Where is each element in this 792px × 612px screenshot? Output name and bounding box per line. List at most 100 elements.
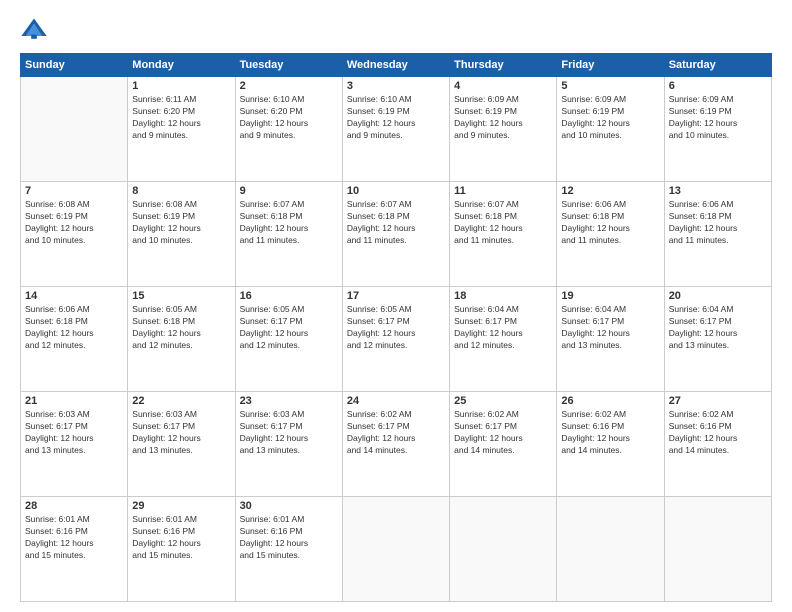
calendar-cell: 26 Sunrise: 6:02 AM Sunset: 6:16 PM Dayli…	[557, 392, 664, 497]
day-info: Sunrise: 6:09 AM Sunset: 6:19 PM Dayligh…	[561, 94, 659, 142]
calendar-cell: 2 Sunrise: 6:10 AM Sunset: 6:20 PM Daylig…	[235, 77, 342, 182]
day-number: 16	[240, 290, 338, 302]
calendar-cell: 22 Sunrise: 6:03 AM Sunset: 6:17 PM Dayli…	[128, 392, 235, 497]
calendar-cell: 1 Sunrise: 6:11 AM Sunset: 6:20 PM Daylig…	[128, 77, 235, 182]
day-info: Sunrise: 6:06 AM Sunset: 6:18 PM Dayligh…	[669, 199, 767, 247]
calendar-cell: 12 Sunrise: 6:06 AM Sunset: 6:18 PM Dayli…	[557, 182, 664, 287]
day-info: Sunrise: 6:07 AM Sunset: 6:18 PM Dayligh…	[347, 199, 445, 247]
day-info: Sunrise: 6:03 AM Sunset: 6:17 PM Dayligh…	[240, 409, 338, 457]
calendar-header-row: SundayMondayTuesdayWednesdayThursdayFrid…	[21, 54, 772, 77]
day-info: Sunrise: 6:05 AM Sunset: 6:17 PM Dayligh…	[347, 304, 445, 352]
day-number: 25	[454, 395, 552, 407]
day-number: 20	[669, 290, 767, 302]
day-number: 14	[25, 290, 123, 302]
day-info: Sunrise: 6:03 AM Sunset: 6:17 PM Dayligh…	[132, 409, 230, 457]
day-number: 26	[561, 395, 659, 407]
calendar-cell: 19Sunrise: 6:04 AM Sunset: 6:17 PM Dayli…	[557, 287, 664, 392]
day-number: 13	[669, 185, 767, 197]
day-info: Sunrise: 6:05 AM Sunset: 6:17 PM Dayligh…	[240, 304, 338, 352]
calendar-cell: 13 Sunrise: 6:06 AM Sunset: 6:18 PM Dayli…	[664, 182, 771, 287]
day-number: 12	[561, 185, 659, 197]
day-info: Sunrise: 6:05 AM Sunset: 6:18 PM Dayligh…	[132, 304, 230, 352]
calendar-cell: 27 Sunrise: 6:02 AM Sunset: 6:16 PM Dayli…	[664, 392, 771, 497]
calendar-day-header: Tuesday	[235, 54, 342, 77]
day-number: 2	[240, 80, 338, 92]
calendar-cell	[664, 497, 771, 602]
day-info: Sunrise: 6:02 AM Sunset: 6:16 PM Dayligh…	[669, 409, 767, 457]
day-info: Sunrise: 6:06 AM Sunset: 6:18 PM Dayligh…	[561, 199, 659, 247]
day-number: 5	[561, 80, 659, 92]
day-info: Sunrise: 6:01 AM Sunset: 6:16 PM Dayligh…	[240, 514, 338, 562]
calendar-cell: 30 Sunrise: 6:01 AM Sunset: 6:16 PM Dayli…	[235, 497, 342, 602]
day-number: 30	[240, 500, 338, 512]
calendar-cell: 29 Sunrise: 6:01 AM Sunset: 6:16 PM Dayli…	[128, 497, 235, 602]
day-info: Sunrise: 6:09 AM Sunset: 6:19 PM Dayligh…	[669, 94, 767, 142]
logo-icon	[20, 15, 48, 43]
calendar-cell: 24Sunrise: 6:02 AM Sunset: 6:17 PM Dayli…	[342, 392, 449, 497]
calendar-cell: 28Sunrise: 6:01 AM Sunset: 6:16 PM Dayli…	[21, 497, 128, 602]
day-number: 27	[669, 395, 767, 407]
day-number: 24	[347, 395, 445, 407]
day-number: 18	[454, 290, 552, 302]
day-info: Sunrise: 6:01 AM Sunset: 6:16 PM Dayligh…	[132, 514, 230, 562]
day-number: 23	[240, 395, 338, 407]
calendar-cell: 17 Sunrise: 6:05 AM Sunset: 6:17 PM Dayli…	[342, 287, 449, 392]
day-info: Sunrise: 6:09 AM Sunset: 6:19 PM Dayligh…	[454, 94, 552, 142]
day-number: 11	[454, 185, 552, 197]
day-number: 22	[132, 395, 230, 407]
calendar-day-header: Monday	[128, 54, 235, 77]
calendar-cell	[557, 497, 664, 602]
calendar-cell: 15 Sunrise: 6:05 AM Sunset: 6:18 PM Dayli…	[128, 287, 235, 392]
day-info: Sunrise: 6:01 AM Sunset: 6:16 PM Dayligh…	[25, 514, 123, 562]
calendar-cell: 11Sunrise: 6:07 AM Sunset: 6:18 PM Dayli…	[450, 182, 557, 287]
day-number: 15	[132, 290, 230, 302]
calendar-cell: 23 Sunrise: 6:03 AM Sunset: 6:17 PM Dayli…	[235, 392, 342, 497]
day-number: 1	[132, 80, 230, 92]
calendar-cell: 14 Sunrise: 6:06 AM Sunset: 6:18 PM Dayli…	[21, 287, 128, 392]
day-info: Sunrise: 6:06 AM Sunset: 6:18 PM Dayligh…	[25, 304, 123, 352]
calendar-cell: 8 Sunrise: 6:08 AM Sunset: 6:19 PM Daylig…	[128, 182, 235, 287]
calendar-week-row: 21 Sunrise: 6:03 AM Sunset: 6:17 PM Dayli…	[21, 392, 772, 497]
day-number: 10	[347, 185, 445, 197]
day-info: Sunrise: 6:07 AM Sunset: 6:18 PM Dayligh…	[240, 199, 338, 247]
day-number: 6	[669, 80, 767, 92]
calendar-cell: 18 Sunrise: 6:04 AM Sunset: 6:17 PM Dayli…	[450, 287, 557, 392]
calendar-week-row: 1 Sunrise: 6:11 AM Sunset: 6:20 PM Daylig…	[21, 77, 772, 182]
day-number: 17	[347, 290, 445, 302]
day-number: 29	[132, 500, 230, 512]
calendar-cell: 20 Sunrise: 6:04 AM Sunset: 6:17 PM Dayli…	[664, 287, 771, 392]
day-number: 21	[25, 395, 123, 407]
day-info: Sunrise: 6:10 AM Sunset: 6:20 PM Dayligh…	[240, 94, 338, 142]
calendar-cell: 9 Sunrise: 6:07 AM Sunset: 6:18 PM Daylig…	[235, 182, 342, 287]
calendar-cell: 3 Sunrise: 6:10 AM Sunset: 6:19 PM Daylig…	[342, 77, 449, 182]
calendar-cell: 16 Sunrise: 6:05 AM Sunset: 6:17 PM Dayli…	[235, 287, 342, 392]
calendar-cell: 7Sunrise: 6:08 AM Sunset: 6:19 PM Daylig…	[21, 182, 128, 287]
day-info: Sunrise: 6:03 AM Sunset: 6:17 PM Dayligh…	[25, 409, 123, 457]
day-info: Sunrise: 6:02 AM Sunset: 6:16 PM Dayligh…	[561, 409, 659, 457]
logo	[20, 15, 52, 43]
day-number: 8	[132, 185, 230, 197]
calendar-cell	[21, 77, 128, 182]
day-number: 7	[25, 185, 123, 197]
day-info: Sunrise: 6:04 AM Sunset: 6:17 PM Dayligh…	[454, 304, 552, 352]
calendar-week-row: 7 Sunrise: 6:08 AM Sunset: 6:19 PM Daylig…	[21, 182, 772, 287]
calendar-day-header: Sunday	[21, 54, 128, 77]
page: SundayMondayTuesdayWednesdayThursdayFrid…	[0, 0, 792, 612]
calendar-cell: 10 Sunrise: 6:07 AM Sunset: 6:18 PM Dayli…	[342, 182, 449, 287]
day-number: 3	[347, 80, 445, 92]
day-info: Sunrise: 6:10 AM Sunset: 6:19 PM Dayligh…	[347, 94, 445, 142]
calendar-week-row: 14 Sunrise: 6:06 AM Sunset: 6:18 PM Dayli…	[21, 287, 772, 392]
day-info: Sunrise: 6:04 AM Sunset: 6:17 PM Dayligh…	[669, 304, 767, 352]
day-info: Sunrise: 6:08 AM Sunset: 6:19 PM Dayligh…	[132, 199, 230, 247]
day-number: 9	[240, 185, 338, 197]
calendar-cell: 5 Sunrise: 6:09 AM Sunset: 6:19 PM Daylig…	[557, 77, 664, 182]
calendar-cell: 25Sunrise: 6:02 AM Sunset: 6:17 PM Dayli…	[450, 392, 557, 497]
calendar-day-header: Wednesday	[342, 54, 449, 77]
calendar-cell: 6 Sunrise: 6:09 AM Sunset: 6:19 PM Daylig…	[664, 77, 771, 182]
calendar-cell	[450, 497, 557, 602]
day-info: Sunrise: 6:11 AM Sunset: 6:20 PM Dayligh…	[132, 94, 230, 142]
calendar-cell: 4Sunrise: 6:09 AM Sunset: 6:19 PM Daylig…	[450, 77, 557, 182]
header	[20, 15, 772, 43]
calendar-cell	[342, 497, 449, 602]
calendar-day-header: Saturday	[664, 54, 771, 77]
